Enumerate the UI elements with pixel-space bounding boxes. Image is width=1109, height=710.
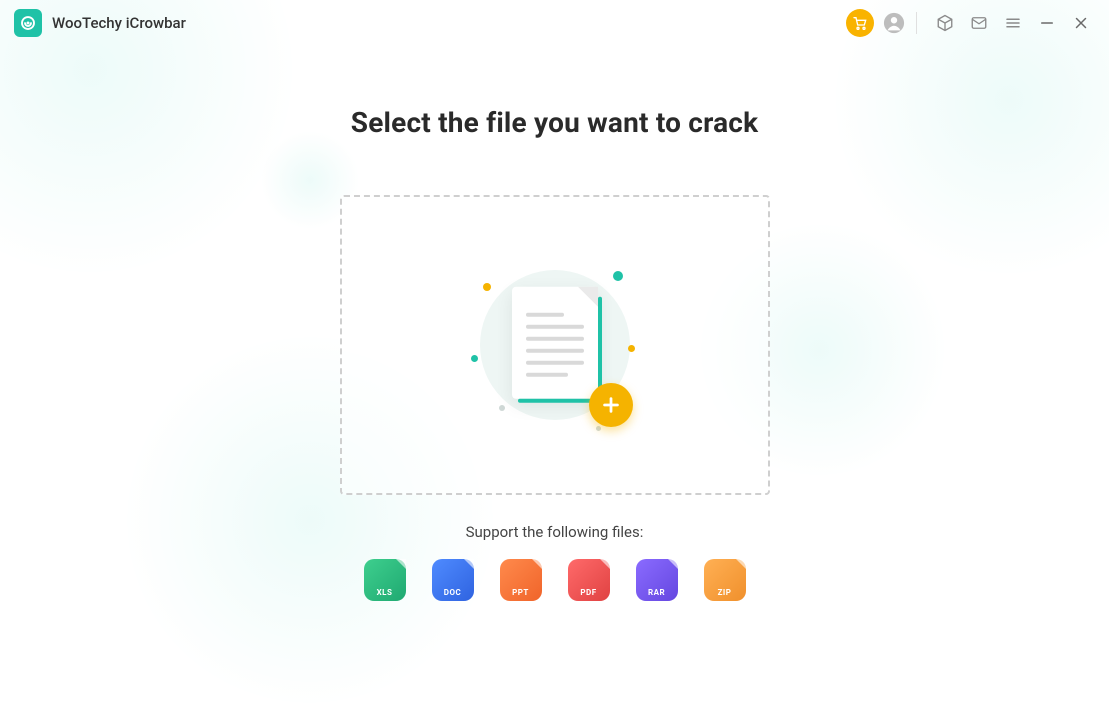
file-dropzone[interactable] — [340, 195, 770, 495]
filetype-label: XLS — [377, 588, 393, 597]
close-button[interactable] — [1067, 9, 1095, 37]
feedback-button[interactable] — [965, 9, 993, 37]
filetype-xls-icon: XLS — [364, 559, 406, 601]
filetype-label: PPT — [512, 588, 529, 597]
page-title: Select the file you want to crack — [351, 106, 758, 139]
add-file-icon — [589, 383, 633, 427]
document-icon — [512, 287, 598, 399]
close-icon — [1072, 14, 1090, 32]
package-button[interactable] — [931, 9, 959, 37]
filetype-ppt-icon: PPT — [500, 559, 542, 601]
app-logo — [14, 9, 42, 37]
user-icon — [883, 12, 905, 34]
supported-files-label: Support the following files: — [466, 523, 644, 541]
cart-button[interactable] — [846, 9, 874, 37]
hamburger-icon — [1004, 14, 1022, 32]
filetype-pdf-icon: PDF — [568, 559, 610, 601]
menu-button[interactable] — [999, 9, 1027, 37]
mail-icon — [970, 14, 988, 32]
filetype-label: PDF — [580, 588, 596, 597]
main-area: Select the file you want to crack Suppor… — [0, 46, 1109, 601]
minimize-icon — [1038, 14, 1056, 32]
titlebar: WooTechy iCrowbar — [0, 0, 1109, 46]
separator — [916, 12, 917, 34]
filetype-label: ZIP — [718, 588, 732, 597]
package-icon — [936, 14, 954, 32]
filetype-doc-icon: DOC — [432, 559, 474, 601]
filetype-label: RAR — [648, 588, 665, 597]
filetype-label: DOC — [444, 588, 461, 597]
app-title: WooTechy iCrowbar — [52, 14, 186, 32]
filetype-rar-icon: RAR — [636, 559, 678, 601]
cart-icon — [852, 15, 868, 31]
minimize-button[interactable] — [1033, 9, 1061, 37]
dropzone-illustration — [465, 255, 645, 435]
account-button[interactable] — [880, 9, 908, 37]
filetype-zip-icon: ZIP — [704, 559, 746, 601]
filetype-row: XLS DOC PPT PDF RAR ZIP — [364, 559, 746, 601]
